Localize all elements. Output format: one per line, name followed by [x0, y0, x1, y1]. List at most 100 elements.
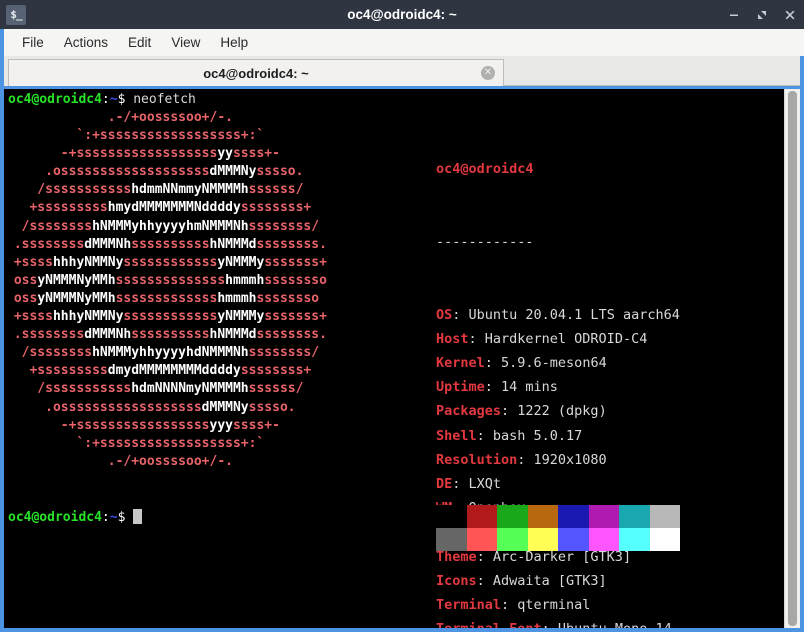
art-run: ssssssss/ [248, 345, 320, 361]
terminal-content: oc4@odroidc4:~$ neofetch .-/+oossssoo+/-… [4, 89, 784, 628]
art-run: ssssss/ [248, 381, 304, 397]
terminal-icon: $_ [6, 4, 26, 25]
prompt-colon: : [101, 92, 110, 107]
art-run: hNMMMyhhyyyyhdNMMMNh [92, 345, 249, 361]
art-run: ssssssss+ [240, 200, 312, 216]
art-line: ossyNMMMNyMMhssssssssssssshmmmhssssssso [6, 290, 327, 308]
info-row: Uptime: 14 mins [436, 375, 680, 399]
art-line: -+ssssssssssssssssssyyssss+- [6, 145, 327, 163]
info-key: Host [436, 330, 469, 347]
art-run: ssssssso [256, 290, 320, 306]
tabbar: oc4@odroidc4: ~ ✕ [0, 56, 804, 86]
tab-close-icon[interactable]: ✕ [481, 66, 495, 80]
menu-item-actions[interactable]: Actions [54, 33, 118, 52]
palette-swatch-normal [649, 505, 680, 528]
art-run: yNMMMNyMMh [37, 290, 116, 306]
info-row: Kernel: 5.9.6-meson64 [436, 351, 680, 375]
bottom-prompt-user-host: oc4@odroidc4 [8, 510, 102, 525]
art-line: +sssshhhyNMMNyssssssssssssyNMMMysssssss+ [6, 254, 327, 272]
palette-swatch-bright [588, 528, 619, 551]
info-row: Icons: Adwaita [GTK3] [436, 569, 680, 593]
prompt-path: ~ [109, 92, 118, 107]
art-line: .ossssssssssssssssssdMMMNysssso. [6, 399, 327, 417]
art-run: hhhyNMMNy [52, 309, 124, 325]
palette-swatch-bright [649, 528, 680, 551]
info-value: : LXQt [452, 476, 502, 493]
menu-item-file[interactable]: File [12, 33, 54, 52]
art-run: sssso. [256, 164, 304, 180]
info-key: Kernel [436, 355, 485, 372]
info-separator: ------------ [436, 234, 534, 251]
info-key: Shell [436, 427, 477, 444]
scrollbar-thumb[interactable] [788, 91, 797, 626]
art-line: .-/+oossssoo+/-. [6, 453, 327, 471]
art-line: /ssssssssssshdmNNNNmyNMMMMhssssss/ [6, 380, 327, 398]
art-run: +sssssssss [6, 363, 108, 379]
terminal-scrollbar[interactable] [784, 89, 800, 628]
info-key: Resolution [436, 451, 518, 468]
info-value: : Ubuntu Mono 14 [542, 621, 672, 628]
ascii-art-logo: .-/+oossssoo+/-. `:+ssssssssssssssssss+:… [6, 109, 327, 471]
art-run: dMMMNy [201, 399, 249, 415]
bottom-prompt-colon: : [101, 510, 110, 525]
menu-item-view[interactable]: View [161, 33, 210, 52]
palette-swatch-bright [436, 528, 467, 551]
art-run: .ssssssss [6, 236, 85, 252]
terminal-area: oc4@odroidc4:~$ neofetch .-/+oossssoo+/-… [0, 86, 804, 632]
art-run: hhhyNMMNy [52, 254, 124, 270]
art-line: ossyNMMMNyMMhsssssssssssssshmmmhssssssso [6, 272, 327, 290]
text-cursor [133, 509, 143, 524]
info-value: : Arc-Darker [GTK3] [476, 548, 632, 565]
prompt-command: neofetch [133, 92, 196, 107]
bottom-prompt-dollar: $ [117, 510, 126, 525]
tab-label: oc4@odroidc4: ~ [203, 65, 309, 81]
maximize-icon[interactable] [754, 7, 770, 23]
minimize-icon[interactable] [726, 7, 742, 23]
art-line: .ssssssssdMMMNhsssssssssshNMMMdssssssss. [6, 326, 327, 344]
art-run: -+ssssssssssssssssss [6, 146, 218, 162]
art-line: .ssssssssdMMMNhsssssssssshNMMMdssssssss. [6, 236, 327, 254]
info-value: : 1920x1080 [517, 451, 607, 468]
menu-item-help[interactable]: Help [210, 33, 258, 52]
palette-swatch-normal [527, 505, 558, 528]
window-title: oc4@odroidc4: ~ [347, 7, 457, 22]
art-run: +ssss [6, 309, 53, 325]
art-run: /ssssssss [6, 345, 93, 361]
art-run: dMMMNh [84, 327, 132, 343]
art-run: sssssss+ [264, 309, 327, 325]
art-run: /sssssssssss [6, 182, 132, 198]
palette-swatch-bright [527, 528, 558, 551]
art-line: /sssssssshNMMMyhhyyyyhmNMMMNhssssssss/ [6, 218, 327, 236]
close-icon[interactable] [782, 7, 798, 23]
menu-item-edit[interactable]: Edit [118, 33, 161, 52]
info-title: oc4@odroidc4 [436, 161, 534, 178]
prompt-user-host: oc4@odroidc4 [8, 92, 102, 107]
art-run: .-/+oossssoo+/-. [6, 453, 233, 469]
terminal-screen[interactable]: oc4@odroidc4:~$ neofetch .-/+oossssoo+/-… [4, 89, 800, 628]
info-key: Terminal Font [436, 621, 542, 628]
info-key: DE [436, 476, 453, 493]
art-run: yNMMMNyMMh [37, 272, 116, 288]
art-run: hNMMMyhhyyyyhmNMMMNh [92, 218, 249, 234]
info-value: : 1222 (dpkg) [501, 403, 607, 420]
art-line: `:+ssssssssssssssssss+:` [6, 435, 327, 453]
art-run: .-/+oossssoo+/-. [6, 110, 233, 125]
info-key: Packages [436, 403, 502, 420]
art-run: dMMMNy [209, 164, 257, 180]
art-run: ssssssssssss [123, 309, 218, 325]
art-run: yy [217, 146, 233, 162]
palette-swatch-normal [619, 505, 650, 528]
palette-swatch-normal [436, 505, 467, 528]
art-run: ssssssss. [256, 327, 327, 343]
info-row: Resolution: 1920x1080 [436, 448, 680, 472]
art-run: ssss+- [232, 146, 280, 162]
info-row: OS: Ubuntu 20.04.1 LTS aarch64 [436, 303, 680, 327]
terminal-tab[interactable]: oc4@odroidc4: ~ ✕ [8, 59, 504, 86]
info-key: Terminal [436, 597, 502, 614]
info-value: : 5.9.6-meson64 [484, 355, 607, 372]
art-line: `:+ssssssssssssssssss+:` [6, 127, 327, 145]
menubar: File Actions Edit View Help [0, 29, 804, 56]
art-run: hmydMMMMMMMNddddy [107, 200, 241, 216]
art-run: hNMMMd [209, 327, 257, 343]
art-run: hmmmh [225, 272, 265, 288]
